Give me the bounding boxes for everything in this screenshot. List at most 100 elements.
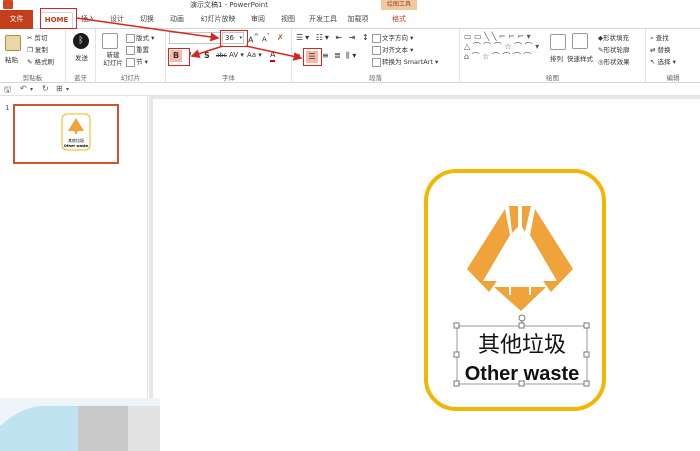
justify-icon[interactable]: ≣ — [334, 51, 341, 60]
tab-transitions[interactable]: 切换 — [137, 12, 157, 29]
cut-label: 剪切 — [34, 34, 48, 42]
quick-styles-button[interactable]: 快速样式 — [567, 53, 593, 63]
smartart-icon — [372, 57, 381, 67]
layout-button[interactable]: 版式 ▾ — [126, 32, 154, 43]
shape-effects-button[interactable]: ◎形状效果 — [598, 56, 630, 66]
slide-editor: 其他垃圾 Other waste — [149, 96, 700, 451]
tab-insert[interactable]: 插入 — [78, 12, 98, 29]
undo-icon[interactable]: ↶ — [20, 84, 27, 93]
title-bar: 演示文稿1 - PowerPoint 绘图工具 — [0, 0, 700, 10]
section-icon — [126, 57, 135, 67]
clear-formatting-icon[interactable]: ✗ — [277, 33, 284, 42]
send-button[interactable]: 发送 — [75, 52, 88, 62]
start-slideshow-icon[interactable]: ⊞ — [56, 84, 63, 93]
text-direction-button[interactable]: 文字方向 ▾ — [372, 32, 413, 43]
arrange-icon[interactable] — [550, 34, 566, 50]
smartart-label: 转换为 SmartArt — [382, 58, 433, 66]
clipboard-group: 粘贴 ✂ 剪切 ❐ 复制 ✎ 格式刷 剪贴板 — [0, 29, 66, 83]
layout-label: 版式 — [136, 34, 149, 42]
tab-addins[interactable]: 加载项 — [346, 12, 370, 29]
text-direction-icon — [372, 33, 381, 43]
customize-qat-icon[interactable]: ▾ — [66, 86, 69, 93]
new-slide-button[interactable]: 新建 幻灯片 — [100, 51, 126, 67]
slides-group: 新建 幻灯片 版式 ▾ 重置 节 ▾ 幻灯片 — [96, 29, 166, 83]
annotation-home-tab — [40, 8, 77, 29]
replace-button[interactable]: ⇄ 替换 — [650, 44, 671, 54]
tab-developer[interactable]: 开发工具 — [308, 12, 338, 29]
drawing-group-label: 绘图 — [546, 74, 559, 82]
select-label: 选择 — [657, 58, 671, 66]
bullets-icon[interactable]: ☰▾ ☷▾ ⇤ ⇥ ↕ — [296, 33, 371, 42]
align-right-icon[interactable]: ≡ — [322, 51, 329, 60]
tab-design[interactable]: 设计 — [107, 12, 127, 29]
align-text-button[interactable]: 对齐文本 ▾ — [372, 44, 413, 55]
shrink-font-button[interactable]: A˅ — [262, 34, 270, 43]
format-painter-label: 格式刷 — [34, 58, 55, 66]
undo-dropdown-icon[interactable]: ▾ — [30, 86, 33, 93]
replace-icon: ⇄ — [650, 46, 656, 54]
annotation-center-align — [303, 48, 322, 66]
redo-icon[interactable]: ↻ — [42, 84, 49, 93]
shape-effects-label: 形状效果 — [603, 58, 630, 66]
tab-animations[interactable]: 动画 — [167, 12, 187, 29]
clipboard-group-label: 剪贴板 — [22, 74, 43, 82]
tab-view[interactable]: 视图 — [278, 12, 298, 29]
select-button[interactable]: ↖ 选择 ▾ — [650, 56, 676, 66]
section-label: 节 — [136, 58, 143, 66]
section-button[interactable]: 节 ▾ — [126, 56, 148, 67]
copy-button[interactable]: ❐ 复制 — [27, 44, 48, 54]
quick-styles-icon[interactable] — [572, 33, 588, 49]
align-left-icon[interactable]: ≡ — [294, 51, 301, 60]
reset-button[interactable]: 重置 — [126, 44, 149, 55]
layout-icon — [126, 33, 135, 43]
copy-label: 复制 — [34, 46, 48, 54]
tab-slideshow[interactable]: 幻灯片放映 — [198, 12, 238, 29]
shape-fill-button[interactable]: ◆形状填充 — [598, 32, 629, 42]
drawing-tools-context-label: 绘图工具 — [381, 0, 417, 10]
cursor-icon: ↖ — [650, 58, 656, 66]
find-label: 查找 — [655, 34, 669, 42]
editing-group-label: 编辑 — [666, 74, 680, 82]
shadow-button[interactable]: S — [204, 51, 210, 60]
tab-file[interactable]: 文件 — [0, 10, 33, 29]
annotation-font-size — [220, 30, 248, 47]
blurred-corner-artifact — [0, 398, 160, 451]
thumbnail-title-en: Other waste — [64, 144, 89, 148]
tab-format[interactable]: 格式 — [388, 12, 410, 29]
bluetooth-icon[interactable]: ᛒ — [73, 33, 89, 49]
paste-button[interactable]: 粘贴 — [5, 54, 18, 64]
shape-outline-button[interactable]: ✎形状轮廓 — [598, 44, 629, 54]
strikethrough-button[interactable]: abc — [216, 52, 227, 59]
garbage-sign: 其他垃圾 Other waste — [424, 169, 606, 411]
smartart-button[interactable]: 转换为 SmartArt ▾ — [372, 56, 438, 67]
ribbon-tabs: 文件 HOME 插入 设计 切换 动画 幻灯片放映 审阅 视图 开发工具 加载项… — [0, 10, 700, 29]
cut-button[interactable]: ✂ 剪切 — [27, 32, 48, 42]
font-name-input[interactable] — [169, 32, 221, 44]
arrange-button[interactable]: 排列 — [550, 53, 563, 63]
new-slide-icon[interactable] — [102, 33, 118, 49]
annotation-bold-italic — [168, 48, 190, 66]
find-button[interactable]: ⌕ 查找 — [650, 32, 669, 43]
paste-icon[interactable] — [5, 35, 21, 51]
drawing-group: ▭ ▭ ╲ ╲ ⌐ ⌐ ⌐ ▾ △ ⌒ ⌒ ⌒ ☆ ⌒ ⌒ ▾ ⌂ ⌒ ☆ ⌒ ⌒ … — [460, 29, 646, 83]
format-painter-button[interactable]: ✎ 格式刷 — [27, 56, 54, 66]
slide-number: 1 — [5, 104, 10, 112]
font-color-button[interactable]: A — [270, 50, 276, 62]
paragraph-group-label: 段落 — [369, 74, 382, 82]
slide-thumbnail-1[interactable]: 其他垃圾 Other waste — [13, 104, 119, 164]
grow-font-button[interactable]: A^ — [248, 33, 259, 45]
shape-outline-label: 形状轮廓 — [603, 46, 630, 54]
slide-canvas[interactable]: 其他垃圾 Other waste — [153, 99, 700, 451]
editing-group: ⌕ 查找 ⇄ 替换 ↖ 选择 ▾ 编辑 — [646, 29, 700, 83]
slides-group-label: 幻灯片 — [120, 74, 141, 82]
character-spacing-button[interactable]: AV ▾ — [229, 51, 244, 59]
rotate-handle[interactable] — [518, 314, 526, 322]
scissors-icon: ✂ — [27, 34, 33, 42]
tab-review[interactable]: 审阅 — [248, 12, 268, 29]
columns-icon[interactable]: ⫼ ▾ — [346, 51, 356, 61]
window-title: 演示文稿1 - PowerPoint — [190, 1, 268, 9]
text-direction-label: 文字方向 — [382, 34, 408, 42]
change-case-label: Aa — [247, 51, 257, 59]
shapes-gallery[interactable]: ▭ ▭ ╲ ╲ ⌐ ⌐ ⌐ ▾ △ ⌒ ⌒ ⌒ ☆ ⌒ ⌒ ▾ ⌂ ⌒ ☆ ⌒ ⌒ … — [464, 32, 546, 62]
change-case-button[interactable]: Aa ▾ — [247, 51, 262, 59]
